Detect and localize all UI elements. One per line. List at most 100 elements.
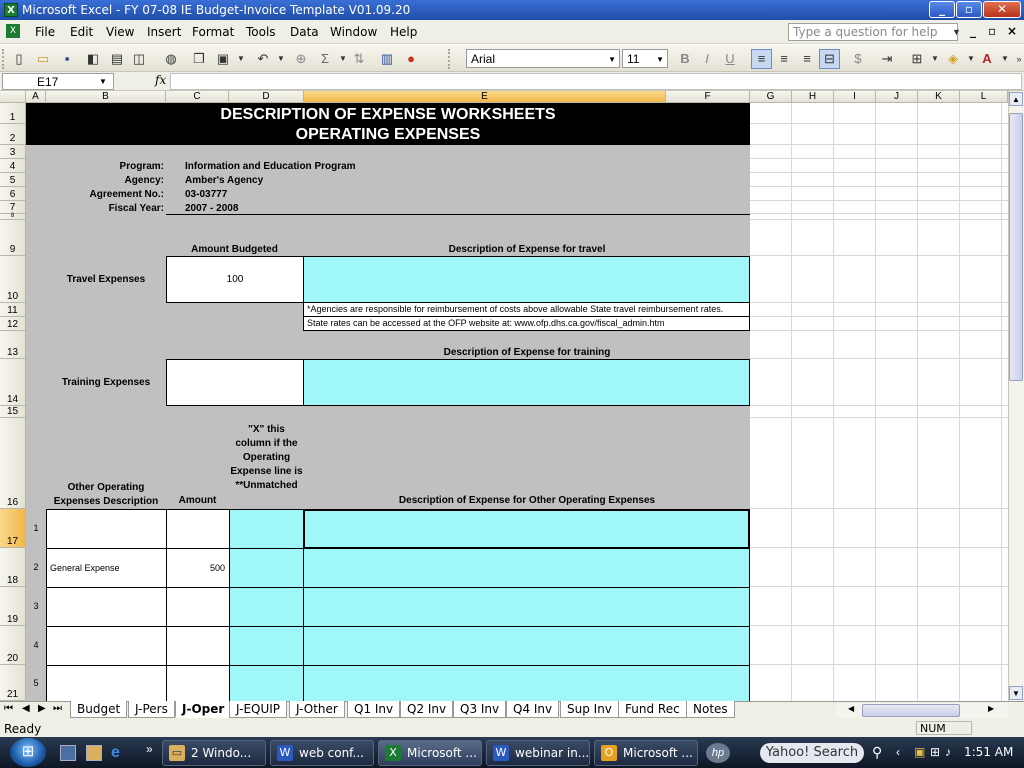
last-sheet-icon[interactable]: ⏭ <box>53 703 62 714</box>
print-preview-icon[interactable]: ◫ <box>130 50 148 68</box>
row-header[interactable]: 6 <box>0 187 26 201</box>
show-desktop-icon[interactable] <box>60 745 76 761</box>
row-header[interactable]: 17 <box>0 509 26 548</box>
toolbar-options-icon[interactable]: » <box>1010 50 1024 68</box>
tab-notes[interactable]: Notes <box>686 701 735 718</box>
formula-input[interactable] <box>170 73 1022 90</box>
column-header-g[interactable]: G <box>750 91 792 103</box>
menu-format[interactable]: Format <box>192 25 234 39</box>
search-icon[interactable]: ⚲ <box>872 744 882 761</box>
program-value[interactable]: Information and Education Program <box>185 161 356 172</box>
next-sheet-icon[interactable]: ▶ <box>38 703 46 714</box>
bold-button[interactable]: B <box>676 50 694 68</box>
new-icon[interactable]: ▯ <box>10 50 28 68</box>
align-left-icon[interactable]: ≡ <box>751 49 772 69</box>
line-expense-description-cell[interactable] <box>303 626 750 666</box>
travel-description-cell[interactable] <box>303 256 750 303</box>
prev-sheet-icon[interactable]: ◀ <box>22 703 30 714</box>
line-amount-cell[interactable]: 500 <box>166 548 230 588</box>
training-amount-cell[interactable] <box>166 359 304 406</box>
italic-button[interactable]: I <box>698 50 716 68</box>
agency-value[interactable]: Amber's Agency <box>185 175 263 186</box>
menu-window[interactable]: Window <box>330 25 377 39</box>
yahoo-search-box[interactable]: Yahoo! Search <box>760 743 864 763</box>
first-sheet-icon[interactable]: ⏮ <box>4 703 13 714</box>
select-all-corner[interactable] <box>0 91 26 103</box>
line-amount-cell[interactable] <box>166 626 230 666</box>
column-header-h[interactable]: H <box>792 91 834 103</box>
hp-icon[interactable]: hp <box>706 743 730 763</box>
insert-function-icon[interactable]: fx <box>155 73 166 87</box>
borders-dropdown-icon[interactable]: ▼ <box>926 50 944 68</box>
network-icon[interactable]: ⊞ <box>930 745 940 759</box>
chevron-down-icon[interactable]: ▼ <box>952 27 961 37</box>
font-color-icon[interactable]: A <box>978 50 996 68</box>
workbook-minimize-button[interactable]: _ <box>970 24 976 38</box>
align-right-icon[interactable]: ≡ <box>798 50 816 68</box>
line-expense-description-cell[interactable] <box>303 548 750 588</box>
column-header-b[interactable]: B <box>46 91 166 103</box>
sort-ascending-icon[interactable]: ⇅ <box>350 50 368 68</box>
row-header[interactable]: 15 <box>0 406 26 418</box>
menu-help[interactable]: Help <box>390 25 417 39</box>
scroll-left-icon[interactable]: ◀ <box>848 704 854 713</box>
row-header[interactable]: 13 <box>0 331 26 359</box>
fiscal-year-value[interactable]: 2007 - 2008 <box>185 203 238 214</box>
row-header[interactable]: 2 <box>0 124 26 145</box>
permission-icon[interactable]: ◧ <box>84 50 102 68</box>
paste-dropdown-icon[interactable]: ▼ <box>232 50 250 68</box>
row-header[interactable]: 1 <box>0 103 26 124</box>
menu-edit[interactable]: Edit <box>70 25 93 39</box>
workbook-close-button[interactable]: × <box>1007 24 1017 38</box>
tab-q3-inv[interactable]: Q3 Inv <box>453 701 507 718</box>
row-header[interactable]: 19 <box>0 587 26 626</box>
row-header[interactable]: 10 <box>0 256 26 303</box>
line-expense-description-cell[interactable] <box>303 587 750 627</box>
restore-button[interactable]: ▫ <box>956 1 982 18</box>
line-amount-cell[interactable] <box>166 587 230 627</box>
row-header[interactable]: 5 <box>0 173 26 187</box>
clock[interactable]: 1:51 AM <box>964 745 1013 759</box>
menu-data[interactable]: Data <box>290 25 319 39</box>
column-header-f[interactable]: F <box>666 91 750 103</box>
line-unmatched-cell[interactable] <box>229 665 304 701</box>
line-description-cell[interactable] <box>46 587 167 627</box>
tab-j-oper[interactable]: J-Oper <box>175 701 232 718</box>
line-unmatched-cell[interactable] <box>229 587 304 627</box>
merge-center-icon[interactable]: ⊟ <box>819 49 840 69</box>
line-description-cell-selected[interactable] <box>303 509 750 549</box>
tab-q2-inv[interactable]: Q2 Inv <box>400 701 454 718</box>
close-button[interactable]: ✕ <box>983 1 1021 18</box>
column-header-k[interactable]: K <box>918 91 960 103</box>
paste-icon[interactable]: ▣ <box>214 50 232 68</box>
underline-button[interactable]: U <box>721 50 739 68</box>
row-header[interactable]: 11 <box>0 303 26 317</box>
name-box[interactable]: E17 ▼ <box>2 73 114 90</box>
tray-icon[interactable]: ▣ <box>914 745 925 759</box>
tab-q1-inv[interactable]: Q1 Inv <box>347 701 401 718</box>
tab-fund-rec[interactable]: Fund Rec <box>618 701 687 718</box>
autosum-icon[interactable]: Σ <box>316 50 334 68</box>
row-header[interactable]: 21 <box>0 665 26 701</box>
tab-q4-inv[interactable]: Q4 Inv <box>506 701 560 718</box>
line-description-cell[interactable] <box>46 665 167 701</box>
minimize-button[interactable]: _ <box>929 1 955 18</box>
borders-icon[interactable]: ⊞ <box>908 50 926 68</box>
column-header-d[interactable]: D <box>229 91 304 103</box>
scroll-thumb[interactable] <box>1009 113 1023 381</box>
scroll-up-icon[interactable]: ▲ <box>1009 92 1023 106</box>
fill-color-icon[interactable]: ◈ <box>944 50 962 68</box>
undo-dropdown-icon[interactable]: ▼ <box>272 50 290 68</box>
taskbar-item[interactable]: X Microsoft ... <box>378 740 482 766</box>
column-header-l[interactable]: L <box>960 91 1008 103</box>
align-center-icon[interactable]: ≡ <box>775 50 793 68</box>
font-size-select[interactable]: 11 ▼ <box>622 49 668 68</box>
indent-icon[interactable]: ⇥ <box>878 50 896 68</box>
quick-launch-overflow-icon[interactable]: » <box>146 742 153 756</box>
tab-j-other[interactable]: J-Other <box>289 701 345 718</box>
row-header[interactable]: 18 <box>0 548 26 587</box>
line-amount-cell[interactable] <box>166 509 230 549</box>
menu-insert[interactable]: Insert <box>147 25 181 39</box>
tab-budget[interactable]: Budget <box>70 701 128 718</box>
internet-explorer-icon[interactable]: e <box>111 744 129 762</box>
